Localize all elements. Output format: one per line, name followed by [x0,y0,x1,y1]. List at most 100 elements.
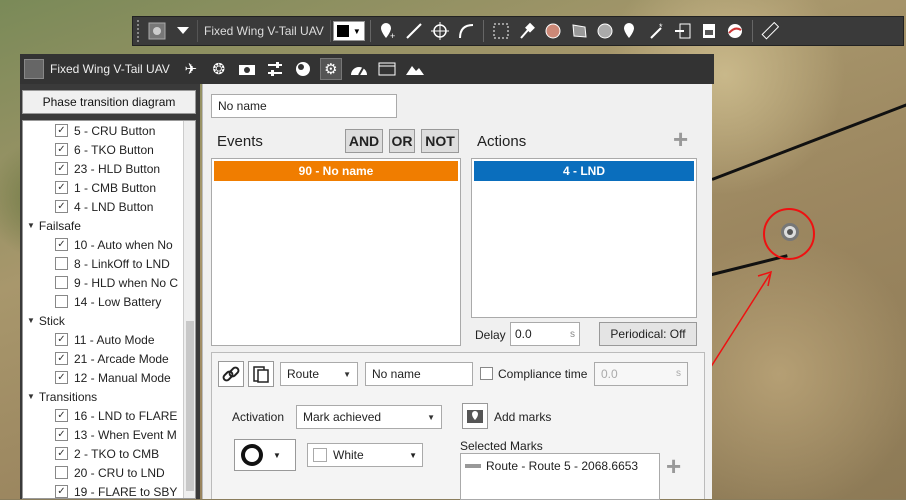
list-item[interactable]: Route - Route 5 - 2068.6653 [461,454,659,478]
action-name-field[interactable]: No name [365,362,473,386]
checkbox[interactable] [55,295,68,308]
activation-select[interactable]: Mark achieved ▼ [296,405,442,429]
tree-item[interactable]: 8 - LinkOff to LND [23,254,195,273]
line-icon[interactable] [402,19,426,43]
mark-style-button[interactable]: ▼ [234,439,296,471]
expand-arrow-icon[interactable]: ▼ [27,221,35,230]
doc-export-icon[interactable] [697,19,721,43]
tree-item[interactable]: 14 - Low Battery [23,292,195,311]
expand-arrow-icon[interactable]: ▼ [27,316,35,325]
tree-item[interactable]: ✓ 6 - TKO Button [23,140,195,159]
toolbar-grip[interactable] [137,20,141,42]
expand-arrow-icon[interactable]: ▼ [27,392,35,401]
checkbox[interactable]: ✓ [55,238,68,251]
arc-icon[interactable] [454,19,478,43]
delay-field[interactable]: 0.0 s [510,322,580,346]
add-marks-label[interactable]: Add marks [494,410,551,424]
circle-fill-icon[interactable] [593,19,617,43]
checkbox[interactable] [55,257,68,270]
tree-item[interactable]: 20 - CRU to LND [23,463,195,482]
ruler-icon[interactable] [758,19,782,43]
globe-icon[interactable] [292,58,314,80]
compliance-field[interactable]: 0.0 s [594,362,688,386]
action-type-select[interactable]: Route ▼ [280,362,358,386]
selected-marks-list[interactable]: Route - Route 5 - 2068.6653 [460,453,660,500]
name-field[interactable]: No name [211,94,397,118]
link-icon[interactable] [218,361,244,387]
tree-item[interactable]: ✓ 19 - FLARE to SBY [23,482,195,498]
list-item[interactable]: 90 - No name [214,161,458,181]
events-list[interactable]: 90 - No name [211,158,461,346]
settings-gear-icon[interactable] [145,19,169,43]
paste-icon[interactable] [248,361,274,387]
checkbox[interactable]: ✓ [55,162,68,175]
or-button[interactable]: OR [389,129,415,153]
list-item[interactable]: 4 - LND [474,161,694,181]
scrollbar-thumb[interactable] [186,321,194,491]
dropdown-arrow-icon[interactable] [171,19,195,43]
checkbox[interactable]: ✓ [55,485,68,498]
polygon-icon[interactable] [567,19,591,43]
checkbox[interactable] [55,276,68,289]
tree-item[interactable]: ✓ 11 - Auto Mode [23,330,195,349]
tree-item[interactable]: ✓ 16 - LND to FLARE [23,406,195,425]
checkbox[interactable]: ✓ [55,371,68,384]
gauge-icon[interactable] [348,58,370,80]
checkbox[interactable]: ✓ [55,143,68,156]
tree-scrollbar[interactable] [183,121,195,498]
crosshair-icon[interactable] [428,19,452,43]
panel-gear-icon[interactable] [24,59,44,79]
tree-item[interactable]: ✓ 12 - Manual Mode [23,368,195,387]
joystick-icon[interactable]: ❂ [208,58,230,80]
tree-group[interactable]: ▼ Failsafe [23,216,195,235]
checkbox[interactable]: ✓ [55,428,68,441]
checkbox[interactable]: ✓ [55,124,68,137]
tree-item[interactable]: 9 - HLD when No C [23,273,195,292]
tree-item[interactable]: ✓ 13 - When Event M [23,425,195,444]
and-button[interactable]: AND [345,129,383,153]
globe-icon[interactable] [723,19,747,43]
tree-item[interactable]: ✓ 23 - HLD Button [23,159,195,178]
tree-item[interactable]: ✓ 21 - Arcade Mode [23,349,195,368]
tree-item[interactable]: ✓ 5 - CRU Button [23,121,195,140]
actions-list[interactable]: 4 - LND [471,158,697,318]
pin-icon[interactable] [515,19,539,43]
airplane-icon[interactable]: ✈ [180,58,202,80]
tree-item[interactable]: ✓ 1 - CMB Button [23,178,195,197]
window-icon[interactable] [376,58,398,80]
add-action-icon[interactable]: + [673,126,688,152]
add-marks-icon[interactable] [462,403,488,429]
add-mark-icon[interactable]: + [666,453,681,479]
selection-box-icon[interactable] [489,19,513,43]
periodical-button[interactable]: Periodical: Off [599,322,697,346]
tree-item[interactable]: ✓ 4 - LND Button [23,197,195,216]
mark-color-select[interactable]: White ▼ [307,443,423,467]
tree-group[interactable]: ▼ Transitions [23,387,195,406]
compliance-checkbox[interactable] [480,367,493,380]
checkbox[interactable]: ✓ [55,409,68,422]
tree-item[interactable]: ✓ 2 - TKO to CMB [23,444,195,463]
tree-label: 23 - HLD Button [74,161,161,176]
checkbox[interactable]: ✓ [55,333,68,346]
gears-icon[interactable]: ⚙ [319,58,342,80]
remove-mark-icon[interactable] [465,464,481,468]
event-tree[interactable]: ✓ 5 - CRU Button ✓ 6 - TKO Button ✓ 23 - HLD … [22,120,196,499]
add-waypoint-icon[interactable]: + [376,19,400,43]
checkbox[interactable]: ✓ [55,352,68,365]
sliders-icon[interactable] [264,58,286,80]
checkbox[interactable]: ✓ [55,447,68,460]
not-button[interactable]: NOT [421,129,459,153]
tree-group[interactable]: ▼ Stick [23,311,195,330]
checkbox[interactable]: ✓ [55,200,68,213]
magic-wand-icon[interactable]: * [645,19,669,43]
circle-hatch-icon[interactable] [541,19,565,43]
tree-item[interactable]: ✓ 10 - Auto when No [23,235,195,254]
mountains-icon[interactable] [404,58,426,80]
phase-transition-button[interactable]: Phase transition diagram [22,90,196,114]
checkbox[interactable]: ✓ [55,181,68,194]
color-picker[interactable]: ▼ [332,21,365,41]
map-marker-icon[interactable] [619,19,643,43]
camera-icon[interactable] [236,58,258,80]
export-icon[interactable] [671,19,695,43]
checkbox[interactable] [55,466,68,479]
